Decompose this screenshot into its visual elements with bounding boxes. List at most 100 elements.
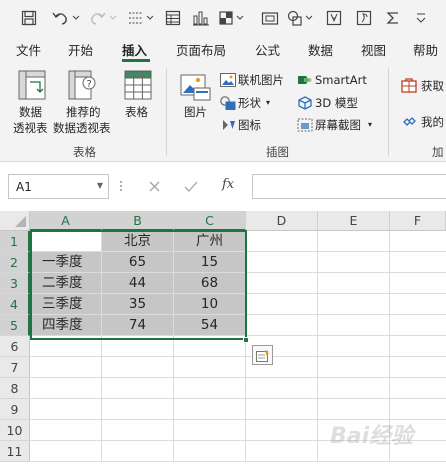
column-header-e[interactable]: E [318, 211, 390, 231]
online-pictures-label[interactable]: 联机图片 [238, 72, 284, 88]
name-box[interactable]: A1 ▼ [8, 174, 109, 199]
tab-formulas[interactable]: 公式 [255, 40, 280, 59]
formula-bar: A1 ▼ fx [0, 163, 446, 211]
pivot-table-label-2: 透视表 [13, 121, 48, 135]
cell-c5[interactable]: 54 [174, 315, 246, 336]
fill-handle[interactable] [243, 337, 249, 343]
cell-c3[interactable]: 68 [174, 273, 246, 294]
cell-b1[interactable]: 北京 [102, 231, 174, 252]
chevron-down-icon[interactable]: ▼ [97, 181, 103, 190]
select-all-corner[interactable] [0, 211, 30, 231]
icons-label[interactable]: 图标 [238, 117, 261, 133]
name-box-value: A1 [16, 180, 32, 194]
row-header-1[interactable]: 1 [0, 231, 30, 252]
column-header-b[interactable]: B [102, 211, 174, 231]
store-icon[interactable] [401, 77, 417, 93]
row-header-7[interactable]: 7 [0, 357, 30, 378]
row-header-10[interactable]: 10 [0, 420, 30, 441]
cell-b4[interactable]: 35 [102, 294, 174, 315]
redo-icon[interactable] [87, 7, 119, 29]
my-addins-label[interactable]: 我的 [421, 114, 444, 130]
quick-analysis-button[interactable] [252, 345, 273, 365]
row-header-11[interactable]: 11 [0, 441, 30, 462]
cell-a5[interactable]: 四季度 [30, 315, 102, 336]
cell-c1[interactable]: 广州 [174, 231, 246, 252]
row-header-8[interactable]: 8 [0, 378, 30, 399]
cell-b2[interactable]: 65 [102, 252, 174, 273]
recommended-pivot-label-1: 推荐的 [66, 105, 101, 119]
shapes-label[interactable]: 形状 [238, 95, 261, 111]
cell-a1[interactable] [30, 231, 102, 252]
3d-models-label[interactable]: 3D 模型 [315, 95, 358, 111]
recommended-pivot-label-2: 数据透视表 [53, 121, 111, 135]
equation-icon[interactable] [382, 7, 404, 29]
column-header-d[interactable]: D [246, 211, 318, 231]
ribbon-tabs: 文件 开始 插入 页面布局 公式 数据 视图 帮助 [0, 36, 446, 62]
form-icon[interactable] [162, 7, 184, 29]
borders-icon[interactable] [127, 7, 155, 29]
tab-page-layout[interactable]: 页面布局 [176, 40, 226, 59]
cell-b3[interactable]: 44 [102, 273, 174, 294]
column-header-f[interactable]: F [390, 211, 446, 231]
row-header-4[interactable]: 4 [0, 294, 30, 315]
tab-view[interactable]: 视图 [361, 40, 386, 59]
watermark-logo: Bai经验 [330, 424, 414, 449]
screenshot-icon[interactable] [297, 118, 313, 132]
group-separator [388, 68, 389, 156]
row-header-3[interactable]: 3 [0, 273, 30, 294]
pictures-icon[interactable] [180, 74, 212, 102]
icons-icon[interactable] [220, 118, 236, 132]
smartart-label[interactable]: SmartArt [315, 72, 367, 88]
save-icon[interactable] [18, 7, 40, 29]
pivot-table-icon[interactable] [18, 70, 46, 100]
column-header-c[interactable]: C [174, 211, 246, 231]
screenshot-dropdown-icon[interactable]: ▾ [368, 117, 372, 133]
cancel-icon[interactable] [146, 176, 164, 199]
formula-bar-grip-icon [119, 180, 123, 195]
my-addins-icon[interactable] [401, 114, 417, 130]
enter-check-icon[interactable] [182, 176, 200, 199]
cell-a3[interactable]: 二季度 [30, 273, 102, 294]
quick-access-toolbar [0, 0, 446, 36]
column-header-a[interactable]: A [30, 211, 102, 231]
text-box-icon[interactable] [323, 7, 345, 29]
fill-color-icon[interactable] [218, 7, 248, 29]
tab-help[interactable]: 帮助 [413, 40, 438, 59]
shapes-icon[interactable] [220, 96, 236, 110]
cell-b5[interactable]: 74 [102, 315, 174, 336]
recommended-pivot-icon[interactable]: ? [68, 70, 98, 100]
tab-file[interactable]: 文件 [16, 40, 41, 59]
table-label: 表格 [125, 105, 148, 119]
tab-insert[interactable]: 插入 [122, 40, 147, 59]
insert-function-icon[interactable]: fx [222, 177, 234, 192]
screenshot-label[interactable]: 屏幕截图 [315, 117, 361, 133]
row-header-9[interactable]: 9 [0, 399, 30, 420]
row-header-6[interactable]: 6 [0, 336, 30, 357]
tab-home[interactable]: 开始 [68, 40, 93, 59]
row-header-2[interactable]: 2 [0, 252, 30, 273]
pictures-label: 图片 [184, 105, 207, 119]
camera-icon[interactable] [259, 7, 281, 29]
undo-icon[interactable] [50, 7, 82, 29]
cell-a2[interactable]: 一季度 [30, 252, 102, 273]
get-addins-label[interactable]: 获取 [421, 78, 444, 94]
customize-qat-icon[interactable] [410, 7, 432, 29]
smartart-icon[interactable] [297, 73, 313, 87]
cell-a4[interactable]: 三季度 [30, 294, 102, 315]
shapes-qat-icon[interactable] [286, 7, 316, 29]
tables-group-label: 表格 [73, 145, 96, 159]
symbol-icon[interactable] [353, 7, 375, 29]
addins-group-label: 加 [432, 145, 444, 159]
cell-c2[interactable]: 15 [174, 252, 246, 273]
svg-text:?: ? [87, 79, 92, 90]
cell-c4[interactable]: 10 [174, 294, 246, 315]
formula-input[interactable] [252, 174, 446, 199]
tab-data[interactable]: 数据 [308, 40, 333, 59]
online-pictures-icon[interactable] [220, 73, 236, 87]
row-header-5[interactable]: 5 [0, 315, 30, 336]
3d-models-icon[interactable] [297, 96, 313, 110]
chart-icon[interactable] [190, 7, 212, 29]
pivot-table-label-1: 数据 [19, 105, 42, 119]
shapes-dropdown-icon[interactable]: ▾ [266, 95, 270, 111]
table-icon[interactable] [124, 70, 152, 100]
